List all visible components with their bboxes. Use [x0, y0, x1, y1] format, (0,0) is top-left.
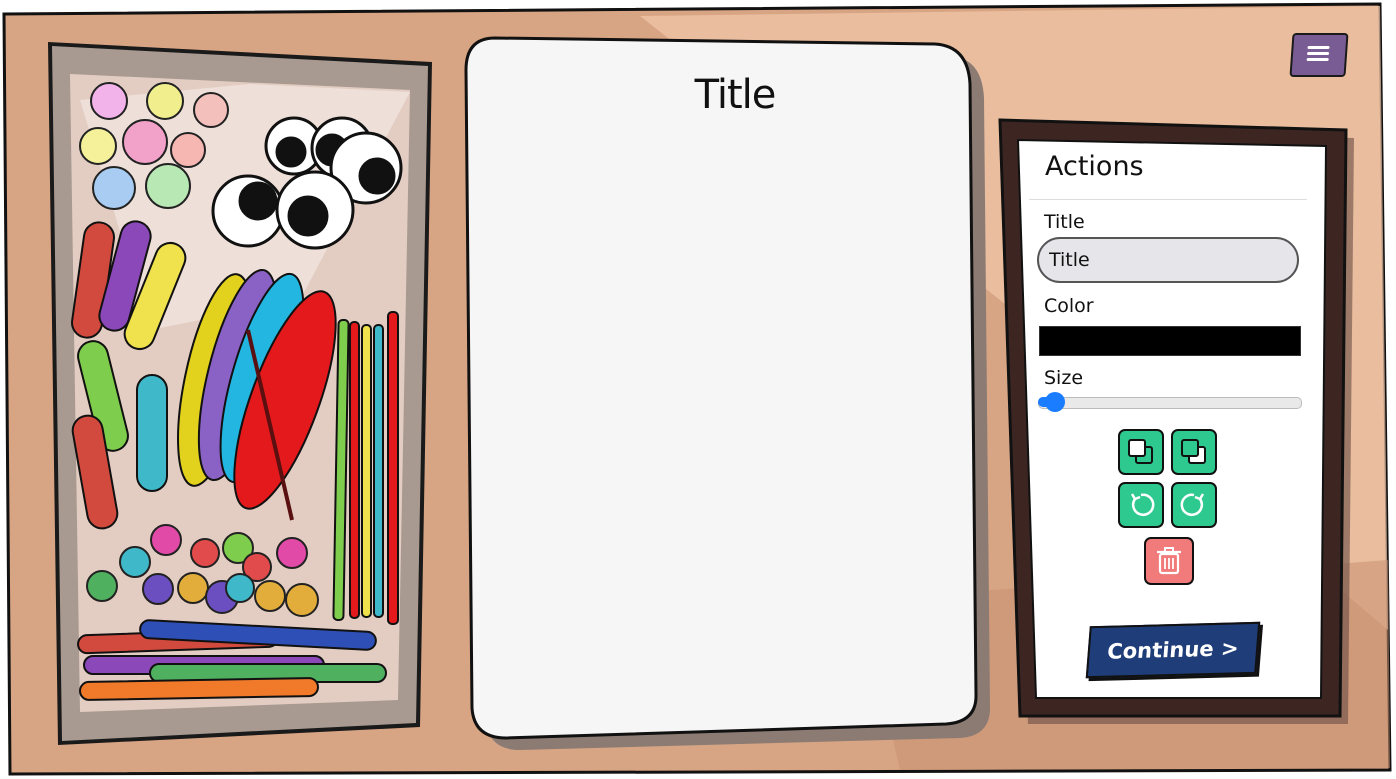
- title-input[interactable]: [1037, 237, 1299, 283]
- craft-scene: Title Actions Title Color Size: [0, 0, 1396, 779]
- send-to-back-icon: [1181, 439, 1206, 464]
- color-label: Color: [1044, 295, 1094, 317]
- title-label: Title: [1044, 211, 1085, 233]
- rotate-left-icon: [1130, 493, 1155, 516]
- canvas-title[interactable]: Title: [690, 72, 780, 118]
- rotate-right-button[interactable]: [1171, 482, 1217, 528]
- color-picker[interactable]: [1039, 326, 1301, 356]
- bring-to-front-button[interactable]: [1118, 429, 1164, 475]
- size-slider-thumb[interactable]: [1045, 392, 1065, 412]
- delete-button[interactable]: [1144, 537, 1194, 585]
- craft-supply-tray: [48, 42, 432, 745]
- bring-to-front-icon: [1128, 439, 1153, 464]
- size-slider-track[interactable]: [1038, 397, 1302, 409]
- drawing-board: [464, 36, 990, 750]
- menu-button[interactable]: [1289, 33, 1349, 77]
- actions-panel: Actions Title Color Size: [1029, 143, 1321, 695]
- straws-icon: [332, 311, 399, 625]
- actions-divider: [1029, 199, 1307, 200]
- trash-icon: [1157, 547, 1181, 575]
- rotate-right-icon: [1180, 493, 1205, 516]
- rotate-left-button[interactable]: [1118, 482, 1164, 528]
- continue-button[interactable]: Continue >: [1085, 621, 1261, 679]
- size-label: Size: [1044, 367, 1084, 389]
- send-to-back-button[interactable]: [1171, 429, 1217, 475]
- actions-heading: Actions: [1045, 151, 1144, 182]
